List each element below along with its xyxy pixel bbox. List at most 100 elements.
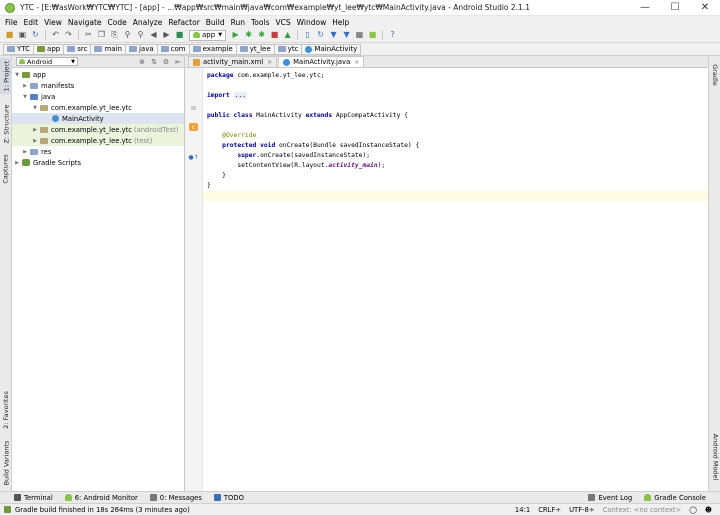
menu-build[interactable]: Build xyxy=(206,18,225,27)
minimize-button[interactable]: — xyxy=(630,0,660,16)
save-all-icon[interactable]: ▣ xyxy=(18,30,28,40)
breadcrumb-src[interactable]: src xyxy=(63,43,91,55)
make-project-icon[interactable]: ■ xyxy=(175,30,185,40)
gradle-sync-icon[interactable]: ↻ xyxy=(316,30,326,40)
tree-item-package-test[interactable]: ▶ com.example.yt_lee.ytc (test) xyxy=(12,135,184,146)
expand-arrow-icon[interactable]: ▼ xyxy=(32,105,38,111)
tab-project[interactable]: 1: Project xyxy=(0,58,12,94)
breadcrumb-ytc[interactable]: YTC xyxy=(3,43,34,55)
tab-activity-main-xml[interactable]: activity_main.xml ✕ xyxy=(188,56,278,67)
tab-mainactivity-java[interactable]: MainActivity.java ✕ xyxy=(278,56,365,67)
close-icon[interactable]: ✕ xyxy=(267,59,272,66)
tree-item-mainactivity[interactable]: MainActivity xyxy=(12,113,184,124)
expand-arrow-icon[interactable]: ▼ xyxy=(14,72,20,78)
folded-imports[interactable]: ... xyxy=(233,92,247,99)
undo-icon[interactable]: ↶ xyxy=(51,30,61,40)
attach-debugger-icon[interactable]: ✱ xyxy=(257,30,267,40)
android-monitor-button[interactable]: 6: Android Monitor xyxy=(64,494,138,502)
debug-icon[interactable]: ✱ xyxy=(244,30,254,40)
menu-window[interactable]: Window xyxy=(297,18,327,27)
breadcrumb-java[interactable]: java xyxy=(124,43,157,55)
tab-captures[interactable]: Captures xyxy=(0,152,12,186)
terminal-button[interactable]: Terminal xyxy=(14,494,53,502)
breadcrumb-yt-lee[interactable]: yt_lee xyxy=(235,43,274,55)
tree-item-app[interactable]: ▼ app xyxy=(14,69,184,80)
line-separator-select[interactable]: CRLF÷ xyxy=(538,506,561,514)
tree-item-package-main[interactable]: ▼ com.example.yt_lee.ytc xyxy=(32,102,184,113)
help-icon[interactable]: ? xyxy=(388,30,398,40)
run-icon[interactable]: ▶ xyxy=(231,30,241,40)
project-view-select[interactable]: Android ▼ xyxy=(16,57,78,66)
hide-panel-icon[interactable]: ⇤ xyxy=(174,58,182,66)
back-icon[interactable]: ◀ xyxy=(149,30,159,40)
gear-icon[interactable]: ⚙ xyxy=(162,58,170,66)
menu-view[interactable]: View xyxy=(44,18,62,27)
menu-file[interactable]: File xyxy=(5,18,18,27)
expand-arrow-icon[interactable]: ▶ xyxy=(32,138,38,144)
paste-icon[interactable]: ⎘ xyxy=(110,30,120,40)
collapse-all-icon[interactable]: ⇅ xyxy=(150,58,158,66)
todo-button[interactable]: TODO xyxy=(213,494,244,502)
status-message[interactable]: Gradle build finished in 18s 264ms (3 mi… xyxy=(15,506,190,514)
tab-gradle[interactable]: Gradle xyxy=(709,60,720,90)
fold-icon[interactable]: ⊞ xyxy=(189,104,198,112)
close-icon[interactable]: ✕ xyxy=(354,59,359,66)
find-icon[interactable]: ⚲ xyxy=(123,30,133,40)
menu-tools[interactable]: Tools xyxy=(251,18,269,27)
breadcrumb-ytc-package[interactable]: ytc xyxy=(273,43,302,55)
cut-icon[interactable]: ✂ xyxy=(84,30,94,40)
sync-icon[interactable]: ↻ xyxy=(31,30,41,40)
maximize-button[interactable]: ☐ xyxy=(660,0,690,16)
run-configuration-select[interactable]: app ▼ xyxy=(189,29,227,41)
tab-structure[interactable]: Z: Structure xyxy=(0,102,12,146)
expand-arrow-icon[interactable]: ▶ xyxy=(22,149,28,155)
expand-arrow-icon[interactable]: ▶ xyxy=(14,160,20,166)
class-marker-icon[interactable]: c xyxy=(189,123,198,131)
editor-gutter[interactable]: ⊞ c ●↑ xyxy=(186,68,203,491)
event-log-button[interactable]: Event Log xyxy=(588,494,632,502)
messages-button[interactable]: 0: Messages xyxy=(149,494,202,502)
menu-navigate[interactable]: Navigate xyxy=(68,18,102,27)
project-structure-icon[interactable]: ▦ xyxy=(355,30,365,40)
menu-run[interactable]: Run xyxy=(231,18,245,27)
tree-item-res[interactable]: ▶ res xyxy=(22,146,184,157)
encoding-select[interactable]: UTF-8÷ xyxy=(569,506,595,514)
tree-item-gradle-scripts[interactable]: ▶ Gradle Scripts xyxy=(14,157,184,168)
copy-icon[interactable]: ❐ xyxy=(97,30,107,40)
menu-code[interactable]: Code xyxy=(108,18,127,27)
apply-changes-icon[interactable]: ▲ xyxy=(283,30,293,40)
lock-icon[interactable]: ◯ xyxy=(689,506,697,514)
menu-help[interactable]: Help xyxy=(332,18,349,27)
menu-refactor[interactable]: Refactor xyxy=(168,18,199,27)
menu-edit[interactable]: Edit xyxy=(24,18,39,27)
gradle-console-button[interactable]: Gradle Console xyxy=(644,494,706,502)
avd-manager-icon[interactable]: ▯ xyxy=(303,30,313,40)
breadcrumb-app[interactable]: app xyxy=(33,43,64,55)
override-marker-icon[interactable]: ●↑ xyxy=(188,153,198,161)
caret-position[interactable]: 14:1 xyxy=(515,506,530,514)
breadcrumb-com[interactable]: com xyxy=(156,43,189,55)
tree-item-manifests[interactable]: ▶ manifests xyxy=(22,80,184,91)
open-folder-icon[interactable]: ■ xyxy=(5,30,15,40)
tab-build-variants[interactable]: Build Variants xyxy=(0,438,12,488)
expand-arrow-icon[interactable]: ▼ xyxy=(22,94,28,100)
breadcrumb-example[interactable]: example xyxy=(188,43,236,55)
close-button[interactable]: ✕ xyxy=(690,0,720,16)
hector-icon[interactable]: ☻ xyxy=(705,506,712,514)
menu-analyze[interactable]: Analyze xyxy=(133,18,163,27)
redo-icon[interactable]: ↷ xyxy=(64,30,74,40)
forward-icon[interactable]: ▶ xyxy=(162,30,172,40)
tab-favorites[interactable]: 2: Favorites xyxy=(0,386,12,434)
tree-item-package-androidtest[interactable]: ▶ com.example.yt_lee.ytc (androidTest) xyxy=(12,124,184,135)
toggle-tool-windows-icon[interactable] xyxy=(4,506,11,513)
menu-vcs[interactable]: VCS xyxy=(275,18,290,27)
sdk-manager-icon[interactable]: ▼ xyxy=(342,30,352,40)
android-icon[interactable]: ■ xyxy=(368,30,378,40)
replace-icon[interactable]: ⚲ xyxy=(136,30,146,40)
tab-android-model[interactable]: Android Model xyxy=(709,428,720,486)
breadcrumb-main[interactable]: main xyxy=(90,43,125,55)
expand-arrow-icon[interactable]: ▶ xyxy=(22,83,28,89)
expand-arrow-icon[interactable]: ▶ xyxy=(32,127,38,133)
breadcrumb-mainactivity[interactable]: MainActivity xyxy=(301,43,362,55)
stop-icon[interactable]: ■ xyxy=(270,30,280,40)
